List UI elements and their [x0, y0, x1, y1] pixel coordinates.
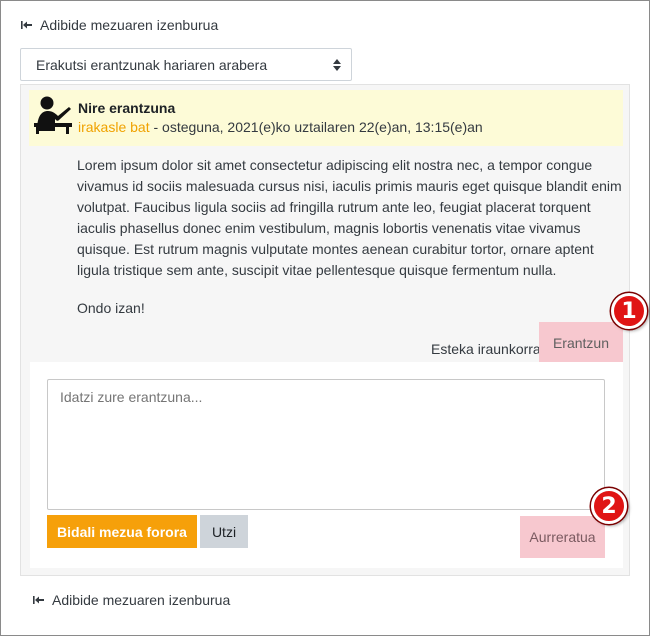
callout-badge-1: 1: [611, 293, 647, 329]
cancel-button[interactable]: Utzi: [200, 515, 248, 548]
permalink-link[interactable]: Esteka iraunkorra: [431, 341, 541, 357]
inline-reply-form: Bidali mezua forora Utzi Aurreratua: [30, 362, 623, 568]
reply-textarea[interactable]: [47, 379, 605, 510]
discussion-post-container: Nire erantzuna irakasle bat - osteguna, …: [20, 84, 630, 576]
back-to-discussion-link-top[interactable]: Adibide mezuaren izenburua: [21, 17, 218, 33]
post-header: Nire erantzuna irakasle bat - osteguna, …: [29, 90, 623, 146]
callout-badge-2: 2: [591, 488, 627, 524]
post-to-forum-button[interactable]: Bidali mezua forora: [47, 515, 197, 548]
back-to-discussion-link-bottom[interactable]: Adibide mezuaren izenburua: [33, 592, 230, 608]
post-body-text: Lorem ipsum dolor sit amet consectetur a…: [77, 157, 622, 278]
post-content: Lorem ipsum dolor sit amet consectetur a…: [77, 155, 625, 319]
display-mode-select[interactable]: Erakutsi erantzunak hariaren arabera: [20, 48, 352, 81]
select-updown-icon: [333, 58, 341, 72]
post-title: Nire erantzuna: [78, 100, 176, 116]
arrow-left-to-bar-icon: [21, 20, 32, 30]
display-mode-selected-value: Erakutsi erantzunak hariaren arabera: [36, 56, 268, 73]
post-signature: Ondo izan!: [77, 300, 145, 316]
post-meta: irakasle bat - osteguna, 2021(e)ko uztai…: [78, 119, 483, 135]
advanced-button[interactable]: Aurreratua: [520, 516, 605, 558]
back-link-label: Adibide mezuaren izenburua: [40, 17, 219, 33]
back-link-label: Adibide mezuaren izenburua: [52, 592, 231, 608]
post-author-link[interactable]: irakasle bat: [78, 119, 150, 135]
page-frame: Adibide mezuaren izenburua Erakutsi eran…: [0, 0, 650, 636]
arrow-left-to-bar-icon: [33, 595, 44, 605]
teacher-avatar-icon: [33, 95, 75, 135]
post-date: - osteguna, 2021(e)ko uztailaren 22(e)an…: [149, 119, 483, 135]
reply-button[interactable]: Erantzun: [539, 322, 623, 364]
